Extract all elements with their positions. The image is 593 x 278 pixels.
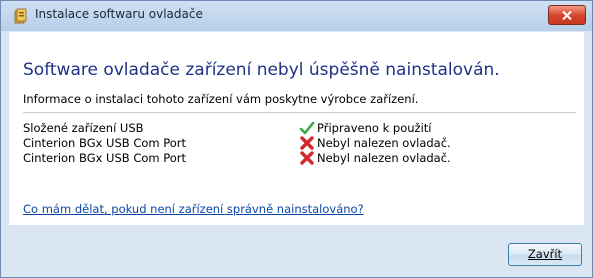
device-status: Nebyl nalezen ovladač. <box>299 151 569 166</box>
device-name: Cinterion BGx USB Com Port <box>23 151 187 165</box>
device-row: Složené zařízení USB Připraveno k použit… <box>23 121 576 136</box>
device-row: Cinterion BGx USB Com Port Nebyl nalezen… <box>23 136 576 151</box>
device-status-text: Nebyl nalezen ovladač. <box>317 151 451 165</box>
checkmark-icon <box>299 121 315 135</box>
error-x-icon <box>300 136 314 150</box>
device-name: Složené zařízení USB <box>23 121 144 135</box>
divider <box>23 112 576 113</box>
device-status: Nebyl nalezen ovladač. <box>299 136 569 151</box>
close-button[interactable]: Zavřít <box>508 243 582 266</box>
device-status-text: Připraveno k použití <box>317 121 432 135</box>
help-link[interactable]: Co mám dělat, pokud není zařízení správn… <box>23 202 364 216</box>
close-button-label: Zavřít <box>527 247 563 261</box>
driver-package-icon <box>14 8 27 24</box>
device-status-text: Nebyl nalezen ovladač. <box>317 136 451 150</box>
device-status: Připraveno k použití <box>299 121 569 136</box>
error-x-icon <box>300 151 314 165</box>
close-window-button[interactable] <box>548 5 586 25</box>
content-panel: Software ovladače zařízení nebyl úspěšně… <box>9 32 584 225</box>
title-bar[interactable]: Instalace softwaru ovladače <box>1 1 592 31</box>
close-icon <box>562 11 572 20</box>
device-row: Cinterion BGx USB Com Port Nebyl nalezen… <box>23 151 576 166</box>
dialog-window: Instalace softwaru ovladače Software ovl… <box>0 0 593 278</box>
window-title: Instalace softwaru ovladače <box>35 7 203 21</box>
device-name: Cinterion BGx USB Com Port <box>23 136 187 150</box>
page-title: Software ovladače zařízení nebyl úspěšně… <box>23 60 500 80</box>
info-text: Informace o instalaci tohoto zařízení vá… <box>23 92 419 106</box>
